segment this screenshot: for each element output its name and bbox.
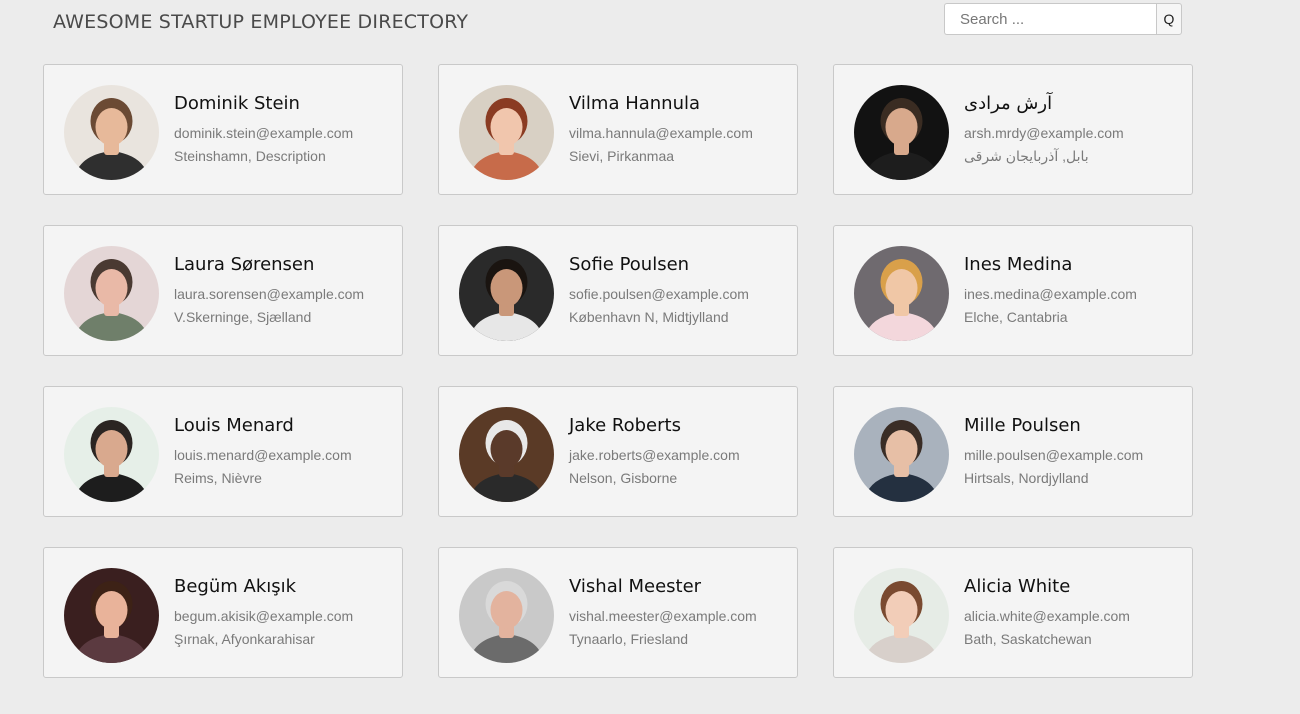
employee-card[interactable]: Ines Medina ines.medina@example.com Elch…	[833, 225, 1193, 356]
employee-email: ines.medina@example.com	[964, 286, 1137, 302]
employee-location: Şırnak, Afyonkarahisar	[174, 631, 315, 647]
page-title: AWESOME STARTUP EMPLOYEE DIRECTORY	[53, 11, 469, 33]
employee-email: alicia.white@example.com	[964, 608, 1130, 624]
employee-info: Vilma Hannula vilma.hannula@example.com …	[569, 93, 789, 168]
employee-name: Sofie Poulsen	[569, 254, 690, 275]
employee-name: Alicia White	[964, 576, 1071, 597]
employee-name: Begüm Akışık	[174, 576, 297, 597]
employee-card[interactable]: Louis Menard louis.menard@example.com Re…	[43, 386, 403, 517]
employee-location: Elche, Cantabria	[964, 309, 1068, 325]
employee-email: arsh.mrdy@example.com	[964, 125, 1124, 141]
search-input[interactable]	[944, 3, 1156, 35]
employee-email: mille.poulsen@example.com	[964, 447, 1144, 463]
employee-card[interactable]: Mille Poulsen mille.poulsen@example.com …	[833, 386, 1193, 517]
employee-location: Hirtsals, Nordjylland	[964, 470, 1089, 486]
employee-info: Laura Sørensen laura.sorensen@example.co…	[174, 254, 394, 329]
avatar-image	[64, 85, 159, 180]
avatar-image	[854, 568, 949, 663]
avatar	[459, 568, 554, 663]
employee-name: Jake Roberts	[569, 415, 681, 436]
avatar	[459, 85, 554, 180]
employee-card[interactable]: Jake Roberts jake.roberts@example.com Ne…	[438, 386, 798, 517]
avatar-image	[854, 246, 949, 341]
employee-info: Begüm Akışık begum.akisik@example.com Şı…	[174, 576, 394, 651]
employee-info: Alicia White alicia.white@example.com Ba…	[964, 576, 1184, 651]
avatar-image	[64, 568, 159, 663]
avatar	[854, 85, 949, 180]
employee-card[interactable]: Alicia White alicia.white@example.com Ba…	[833, 547, 1193, 678]
avatar-image	[64, 407, 159, 502]
employee-email: jake.roberts@example.com	[569, 447, 740, 463]
employee-card[interactable]: Begüm Akışık begum.akisik@example.com Şı…	[43, 547, 403, 678]
employee-location: Nelson, Gisborne	[569, 470, 678, 486]
employee-name: Vilma Hannula	[569, 93, 701, 114]
directory-page: AWESOME STARTUP EMPLOYEE DIRECTORY Q Dom…	[0, 0, 1300, 714]
employee-name: Louis Menard	[174, 415, 294, 436]
employee-email: louis.menard@example.com	[174, 447, 352, 463]
search-button[interactable]: Q	[1156, 3, 1182, 35]
avatar	[854, 407, 949, 502]
employee-grid: Dominik Stein dominik.stein@example.com …	[43, 64, 1193, 678]
employee-location: Reims, Nièvre	[174, 470, 262, 486]
employee-info: Dominik Stein dominik.stein@example.com …	[174, 93, 394, 168]
employee-info: آرش مرادی arsh.mrdy@example.com بابل, آذ…	[964, 93, 1184, 168]
avatar	[64, 407, 159, 502]
employee-info: Vishal Meester vishal.meester@example.co…	[569, 576, 789, 651]
employee-info: Sofie Poulsen sofie.poulsen@example.com …	[569, 254, 789, 329]
employee-location: Sievi, Pirkanmaa	[569, 148, 675, 164]
employee-info: Mille Poulsen mille.poulsen@example.com …	[964, 415, 1184, 490]
avatar	[854, 568, 949, 663]
employee-card[interactable]: آرش مرادی arsh.mrdy@example.com بابل, آذ…	[833, 64, 1193, 195]
employee-name: Mille Poulsen	[964, 415, 1081, 436]
employee-email: begum.akisik@example.com	[174, 608, 354, 624]
avatar-image	[459, 407, 554, 502]
employee-name: Ines Medina	[964, 254, 1073, 275]
avatar	[459, 246, 554, 341]
employee-card[interactable]: Sofie Poulsen sofie.poulsen@example.com …	[438, 225, 798, 356]
avatar-image	[459, 246, 554, 341]
avatar-image	[854, 85, 949, 180]
employee-location: København N, Midtjylland	[569, 309, 729, 325]
avatar-image	[64, 246, 159, 341]
employee-name: Vishal Meester	[569, 576, 702, 597]
employee-email: sofie.poulsen@example.com	[569, 286, 749, 302]
search-form: Q	[944, 3, 1182, 35]
avatar-image	[854, 407, 949, 502]
employee-card[interactable]: Dominik Stein dominik.stein@example.com …	[43, 64, 403, 195]
employee-info: Ines Medina ines.medina@example.com Elch…	[964, 254, 1184, 329]
avatar	[64, 246, 159, 341]
avatar-image	[459, 85, 554, 180]
employee-card[interactable]: Laura Sørensen laura.sorensen@example.co…	[43, 225, 403, 356]
employee-location: V.Skerninge, Sjælland	[174, 309, 312, 325]
employee-info: Jake Roberts jake.roberts@example.com Ne…	[569, 415, 789, 490]
avatar	[854, 246, 949, 341]
employee-name: Laura Sørensen	[174, 254, 315, 275]
employee-card[interactable]: Vilma Hannula vilma.hannula@example.com …	[438, 64, 798, 195]
employee-location: Bath, Saskatchewan	[964, 631, 1092, 647]
employee-location: بابل, آذربایجان شرقی	[964, 148, 1089, 164]
employee-email: laura.sorensen@example.com	[174, 286, 365, 302]
employee-info: Louis Menard louis.menard@example.com Re…	[174, 415, 394, 490]
employee-location: Tynaarlo, Friesland	[569, 631, 689, 647]
avatar-image	[459, 568, 554, 663]
employee-location: Steinshamn, Description	[174, 148, 326, 164]
employee-email: vishal.meester@example.com	[569, 608, 757, 624]
employee-name: آرش مرادی	[964, 93, 1053, 114]
avatar	[459, 407, 554, 502]
employee-card[interactable]: Vishal Meester vishal.meester@example.co…	[438, 547, 798, 678]
employee-email: vilma.hannula@example.com	[569, 125, 753, 141]
employee-name: Dominik Stein	[174, 93, 300, 114]
avatar	[64, 568, 159, 663]
avatar	[64, 85, 159, 180]
employee-email: dominik.stein@example.com	[174, 125, 354, 141]
